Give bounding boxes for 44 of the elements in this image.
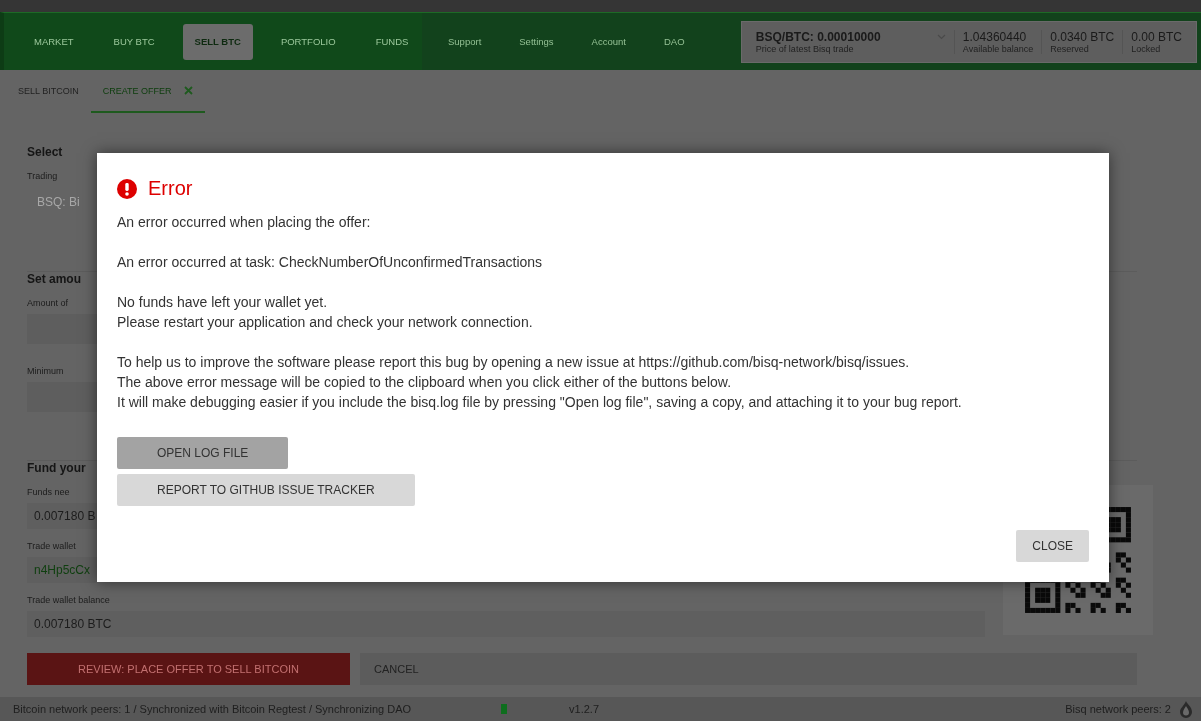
- error-icon: [117, 178, 137, 199]
- nav-link[interactable]: Settings: [507, 36, 566, 47]
- field-label: Trading: [27, 171, 58, 181]
- nav-link[interactable]: Support: [436, 36, 494, 47]
- dialog-title: Error: [148, 177, 193, 200]
- input-field[interactable]: [27, 382, 97, 412]
- nav-tab[interactable]: PORTFOLIO: [268, 23, 348, 60]
- field-label: Minimum: [27, 366, 64, 376]
- balance-label: Locked: [1131, 43, 1162, 54]
- close-icon[interactable]: [183, 86, 193, 95]
- dialog-button[interactable]: REPORT TO GITHUB ISSUE TRACKER: [117, 474, 415, 506]
- balance-value: 1.04360440: [962, 29, 1027, 44]
- message-text: An error occurred at task: CheckNumberOfUnconfirmedTransactions: [117, 253, 543, 272]
- balance-value: 0.00 BTC: [1131, 29, 1182, 44]
- dialog-button[interactable]: OPEN LOG FILE: [117, 437, 289, 469]
- section-heading: Set amou: [27, 272, 81, 286]
- message-text: To help us to improve the software please report this bug by opening a new issue at https://github.com/bisq-network/bisq/issues.: [117, 353, 910, 372]
- nav-link[interactable]: DAO: [651, 36, 697, 47]
- nav-tab[interactable]: BUY BTC: [101, 23, 167, 60]
- sync-indicator: [501, 704, 508, 714]
- message-text: An error occurred when placing the offer:: [117, 213, 371, 232]
- version-label: v1.2.7: [569, 703, 599, 715]
- balance-label: Reserved: [1050, 43, 1090, 54]
- review-button[interactable]: REVIEW: PLACE OFFER TO SELL BITCOIN: [27, 653, 350, 685]
- message-text: Please restart your application and check your network connection.: [117, 313, 533, 332]
- input-field[interactable]: [27, 314, 97, 344]
- nav-link[interactable]: Account: [579, 36, 638, 47]
- field-label: Amount of: [27, 298, 69, 308]
- section-heading: Fund your: [27, 461, 86, 475]
- message-text: It will make debugging easier if you include the bisq.log file by pressing "Open log file", saving a copy, and attaching it to your bug report.: [117, 393, 962, 412]
- field-label: Funds nee: [27, 487, 70, 497]
- balance-value: 0.0340 BTC: [1050, 29, 1115, 44]
- readonly-field: 0.007180 B: [27, 503, 97, 529]
- nav-tab[interactable]: FUNDS: [363, 23, 421, 60]
- readonly-field: 0.007180 BTC: [27, 611, 985, 637]
- field-label: Trade wallet balance: [27, 595, 110, 605]
- nav-tab[interactable]: MARKET: [22, 23, 86, 60]
- readonly-field: n4Hp5cCx: [27, 557, 97, 583]
- field-label: Trade wallet: [27, 541, 76, 551]
- section-heading: Select: [27, 145, 63, 159]
- message-text: The above error message will be copied to the clipboard when you click either of the buttons below.: [117, 373, 732, 392]
- message-text: No funds have left your wallet yet.: [117, 293, 328, 312]
- close-button[interactable]: CLOSE: [1016, 530, 1089, 562]
- balance-value: BSQ/BTC: 0.00010000: [755, 29, 881, 44]
